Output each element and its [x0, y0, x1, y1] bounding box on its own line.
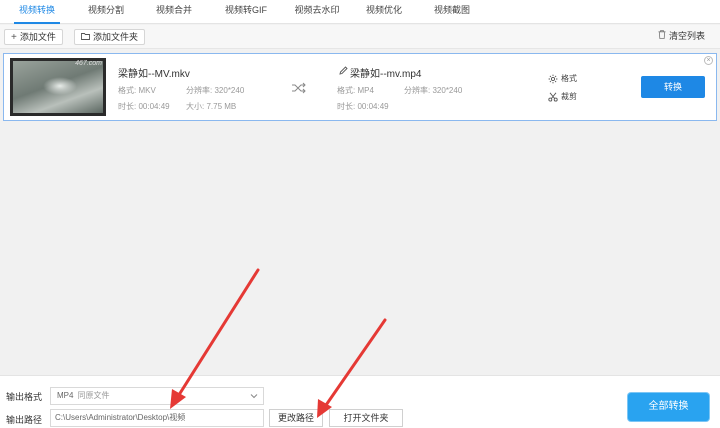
- folder-icon: [81, 31, 90, 45]
- gear-icon: [548, 74, 558, 84]
- tab-video-convert[interactable]: 视频转换: [10, 0, 64, 24]
- tab-bar: 视频转换 视频分割 视频合并 视频转GIF 视频去水印 视频优化 视频截图: [0, 0, 720, 24]
- remove-file-icon[interactable]: ×: [704, 56, 713, 65]
- add-file-button[interactable]: + 添加文件: [4, 29, 63, 45]
- convert-all-button[interactable]: 全部转换: [628, 393, 709, 421]
- output-path-input[interactable]: C:\Users\Administrator\Desktop\视频: [50, 409, 264, 427]
- file-list: 467.com 梁静如--MV.mkv 格式: MKV 分辨率: 320*240…: [0, 50, 720, 375]
- convert-button[interactable]: 转换: [641, 76, 705, 98]
- trim-option[interactable]: 裁剪: [548, 91, 577, 102]
- change-path-button[interactable]: 更改路径: [269, 409, 323, 427]
- source-resolution: 分辨率: 320*240: [186, 86, 245, 95]
- source-format: 格式: MKV: [118, 86, 156, 95]
- output-duration: 时长: 00:04:49: [337, 102, 389, 111]
- chevron-down-icon: [250, 394, 258, 399]
- output-resolution: 分辨率: 320*240: [404, 86, 463, 95]
- output-path-label: 输出路径: [6, 415, 43, 425]
- tab-video-remove-watermark[interactable]: 视频去水印: [286, 0, 348, 24]
- source-duration: 时长: 00:04:49: [118, 102, 170, 111]
- tab-video-to-gif[interactable]: 视频转GIF: [216, 0, 276, 24]
- format-settings-option[interactable]: 格式: [548, 73, 577, 84]
- plus-icon: +: [11, 32, 17, 43]
- thumbnail-watermark: 467.com: [75, 60, 102, 67]
- open-folder-button[interactable]: 打开文件夹: [329, 409, 403, 427]
- add-folder-button[interactable]: 添加文件夹: [74, 29, 146, 45]
- toolbar: + 添加文件 添加文件夹 清空列表: [0, 25, 720, 49]
- edit-name-icon[interactable]: [339, 66, 348, 75]
- tab-video-optimize[interactable]: 视频优化: [358, 0, 410, 24]
- file-row[interactable]: 467.com 梁静如--MV.mkv 格式: MKV 分辨率: 320*240…: [3, 53, 717, 121]
- shuffle-icon: [292, 82, 306, 94]
- scissors-icon: [548, 92, 558, 102]
- output-format-select[interactable]: MP4 同原文件: [50, 387, 264, 405]
- source-size: 大小: 7.75 MB: [186, 102, 237, 111]
- output-format-label: 输出格式: [6, 392, 43, 402]
- tab-video-merge[interactable]: 视频合并: [148, 0, 200, 24]
- output-file-name[interactable]: 梁静如--mv.mp4: [350, 65, 421, 80]
- tab-video-screenshot[interactable]: 视频截图: [426, 0, 478, 24]
- video-thumbnail: 467.com: [10, 58, 106, 116]
- tab-video-split[interactable]: 视频分割: [80, 0, 132, 24]
- clear-list-button[interactable]: 清空列表: [658, 29, 705, 45]
- output-format: 格式: MP4: [337, 86, 374, 95]
- source-file-name: 梁静如--MV.mkv: [118, 69, 190, 80]
- trash-icon: [658, 30, 666, 44]
- output-settings-panel: 输出格式 MP4 同原文件 输出路径 C:\Users\Administrator…: [0, 375, 720, 428]
